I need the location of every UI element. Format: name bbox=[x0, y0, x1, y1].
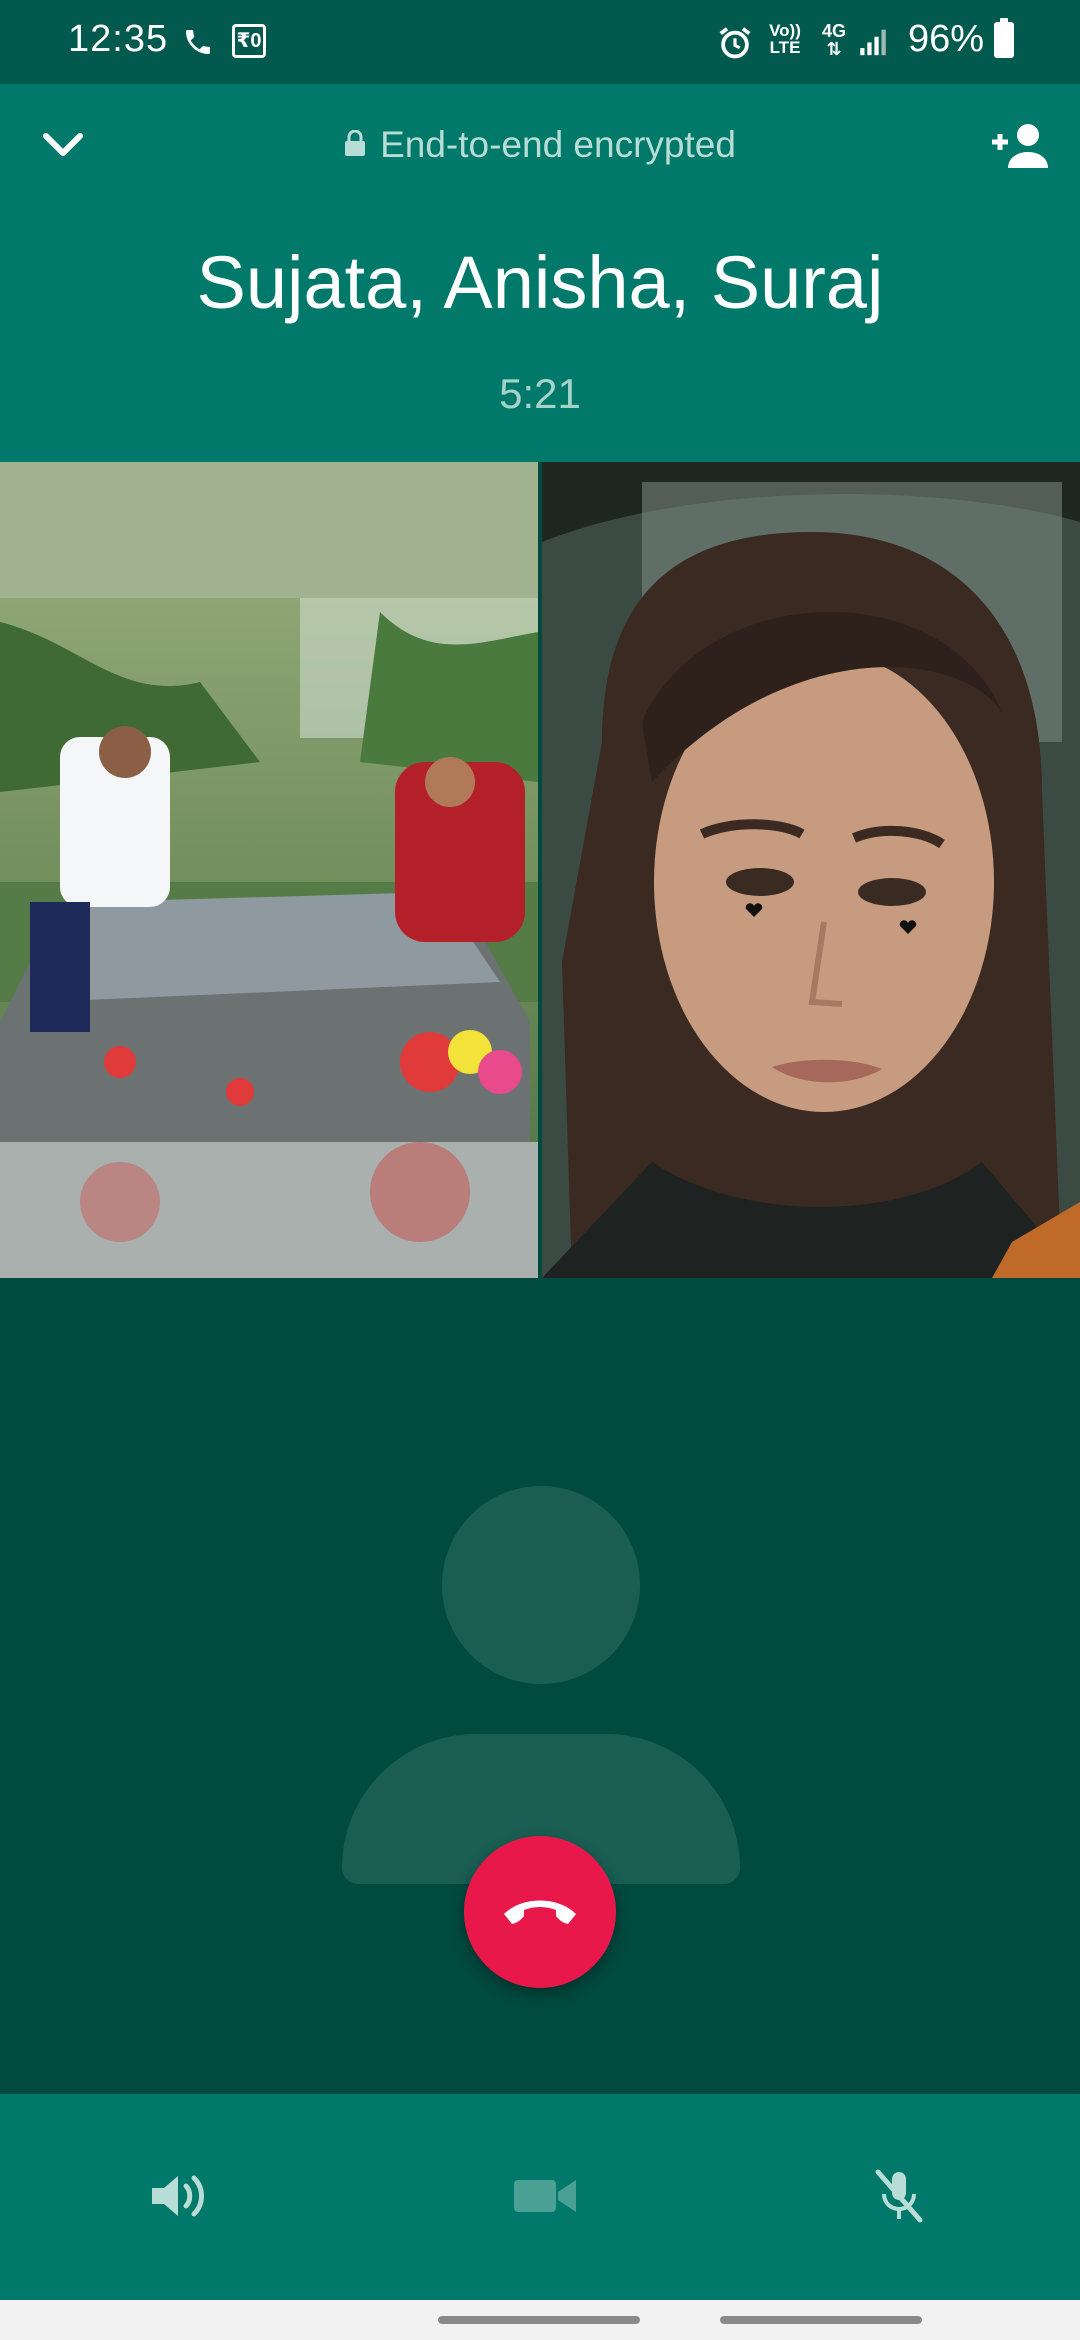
volte-indicator: Vo)) LTE bbox=[769, 21, 801, 57]
end-call-button[interactable] bbox=[464, 1836, 616, 1988]
speaker-icon[interactable] bbox=[144, 2166, 214, 2226]
battery-icon bbox=[994, 18, 1014, 58]
status-time: 12:35 bbox=[68, 18, 169, 60]
rupee-notification-icon: ₹0 bbox=[232, 24, 266, 58]
participants-names: Sujata, Anisha, Suraj bbox=[196, 241, 884, 324]
avatar-placeholder-head bbox=[442, 1486, 640, 1684]
signal-icon bbox=[860, 29, 886, 56]
mic-off-icon[interactable] bbox=[864, 2166, 934, 2226]
video-grid bbox=[0, 462, 1080, 1278]
nav-gesture-handle[interactable] bbox=[438, 2316, 640, 2324]
hang-up-icon bbox=[504, 1900, 576, 1924]
participant-video-tile[interactable] bbox=[0, 462, 538, 1278]
wedding-photo-video bbox=[0, 462, 538, 1278]
participant-video-tile[interactable] bbox=[542, 462, 1080, 1278]
encryption-notice: End-to-end encrypted bbox=[0, 124, 1080, 166]
lock-icon bbox=[345, 130, 366, 157]
encryption-label: End-to-end encrypted bbox=[380, 124, 736, 165]
add-person-icon[interactable] bbox=[988, 120, 1052, 170]
battery-percentage: 96% bbox=[908, 18, 985, 60]
call-header: End-to-end encrypted Sujata, Anisha, Sur… bbox=[0, 84, 1080, 462]
network-type-indicator: 4G ⇅ bbox=[821, 21, 846, 59]
nav-gesture-handle[interactable] bbox=[720, 2316, 922, 2324]
alarm-icon bbox=[719, 27, 751, 59]
call-controls-bar bbox=[0, 2094, 1080, 2300]
phone-icon bbox=[186, 30, 210, 54]
call-duration: 5:21 bbox=[499, 370, 581, 417]
video-camera-icon[interactable] bbox=[510, 2166, 580, 2226]
status-bar: 12:35 ₹0 Vo)) LTE 4G ⇅ 96% bbox=[0, 0, 1080, 84]
selfie-video bbox=[542, 462, 1080, 1278]
system-navigation-bar bbox=[0, 2300, 1080, 2340]
waiting-participant-area bbox=[0, 1278, 1080, 2094]
